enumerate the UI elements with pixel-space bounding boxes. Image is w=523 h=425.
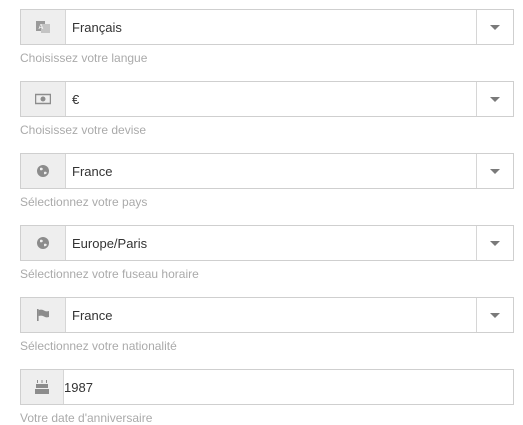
chevron-down-icon[interactable]: [476, 226, 513, 260]
timezone-help: Sélectionnez votre fuseau horaire: [20, 267, 199, 281]
birthday-value[interactable]: 1987: [64, 370, 513, 404]
flag-icon: [21, 298, 66, 332]
language-select[interactable]: A Français: [20, 9, 514, 45]
timezone-value: Europe/Paris: [72, 235, 148, 251]
timezone-select[interactable]: Europe/Paris: [20, 225, 514, 261]
nationality-help: Sélectionnez votre nationalité: [20, 339, 177, 353]
currency-group: € Choisissez votre devise: [20, 81, 514, 137]
svg-text:A: A: [39, 23, 44, 31]
chevron-down-icon[interactable]: [476, 10, 513, 44]
money-icon: [21, 82, 66, 116]
language-group: A Français Choisissez votre langue: [20, 9, 514, 65]
language-help: Choisissez votre langue: [20, 51, 148, 65]
chevron-down-icon[interactable]: [476, 298, 513, 332]
currency-select[interactable]: €: [20, 81, 514, 117]
language-value: Français: [72, 19, 122, 35]
chevron-down-icon[interactable]: [476, 82, 513, 116]
country-select[interactable]: France: [20, 153, 514, 189]
globe-icon: [21, 154, 66, 188]
birthday-field[interactable]: 1987: [20, 369, 514, 405]
birthday-cake-icon: [21, 370, 64, 404]
country-group: France Sélectionnez votre pays: [20, 153, 514, 209]
chevron-down-icon[interactable]: [476, 154, 513, 188]
country-help: Sélectionnez votre pays: [20, 195, 148, 209]
language-icon: A: [21, 10, 66, 44]
timezone-group: Europe/Paris Sélectionnez votre fuseau h…: [20, 225, 514, 281]
birthday-help: Votre date d'anniversaire: [20, 411, 153, 425]
currency-value: €: [72, 91, 80, 107]
country-value: France: [72, 163, 113, 179]
nationality-select[interactable]: France: [20, 297, 514, 333]
nationality-value: France: [72, 307, 113, 323]
birthday-group: 1987 Votre date d'anniversaire: [20, 369, 514, 425]
globe-icon: [21, 226, 66, 260]
currency-help: Choisissez votre devise: [20, 123, 147, 137]
nationality-group: France Sélectionnez votre nationalité: [20, 297, 514, 353]
